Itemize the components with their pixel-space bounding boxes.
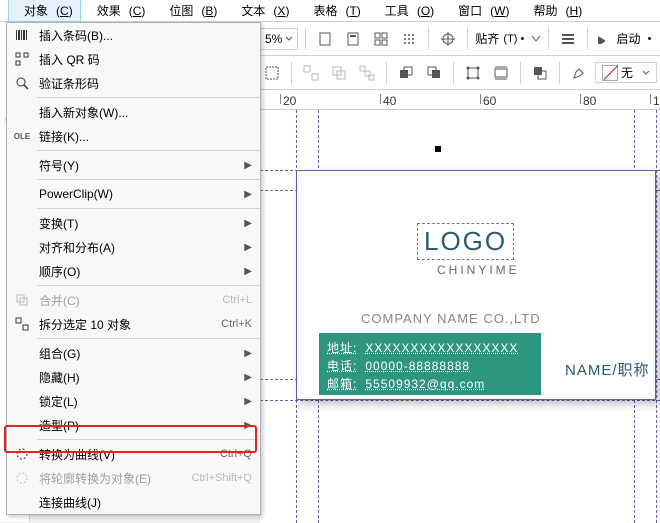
addr-label: 地址: — [327, 339, 357, 357]
menu-order[interactable]: 顺序(O)▶ — [7, 259, 260, 283]
rect-select-icon[interactable] — [260, 61, 284, 85]
company-text[interactable]: COMPANY NAME CO.,LTD — [361, 311, 541, 326]
menu-bitmap[interactable]: 位图(B) — [153, 0, 225, 22]
halftone-icon[interactable] — [397, 27, 421, 51]
zoom-field[interactable]: 5% — [260, 28, 298, 50]
menu-join-curves[interactable]: 连接曲线(J) — [7, 490, 260, 514]
snap-dropdown[interactable]: 贴齐(T) • — [475, 30, 541, 47]
menu-window[interactable]: 窗口(W) — [442, 0, 517, 22]
menu-help[interactable]: 帮助(H) — [518, 0, 591, 22]
menu-lock[interactable]: 锁定(L)▶ — [7, 389, 260, 413]
to-back-icon[interactable] — [422, 61, 446, 85]
ole-icon: OLE — [13, 127, 31, 145]
wrap-icon[interactable] — [489, 61, 513, 85]
tel-label: 电话: — [327, 357, 357, 375]
page-icon[interactable] — [341, 27, 365, 51]
menu-convert-outline: 将轮廓转换为对象(E)Ctrl+Shift+Q — [7, 466, 260, 490]
menu-group[interactable]: 组合(G)▶ — [7, 341, 260, 365]
menu-transform[interactable]: 变换(T)▶ — [7, 211, 260, 235]
logo-text[interactable]: LOGO — [417, 223, 514, 260]
launch-dropdown[interactable]: 启动 • — [595, 30, 651, 47]
to-front-icon[interactable] — [394, 61, 418, 85]
mail-value: 55509932@qq.com — [365, 375, 485, 393]
ungroup-all-icon[interactable] — [355, 61, 379, 85]
object-menu-dropdown: 插入条码(B)... 插入 QR 码 验证条形码 插入新对象(W)... OLE… — [6, 22, 261, 515]
menu-text[interactable]: 文本(X) — [225, 0, 297, 22]
grid-icon[interactable] — [369, 27, 393, 51]
menu-powerclip[interactable]: PowerClip(W)▶ — [7, 182, 260, 206]
contact-box[interactable]: 地址: XXXXXXXXXXXXXXXXX 电话: 00000-88888888 邮… — [319, 333, 541, 395]
menu-insert-barcode[interactable]: 插入条码(B)... — [7, 23, 260, 47]
menu-table[interactable]: 表格(T) — [297, 0, 368, 22]
ungroup-icon[interactable] — [299, 61, 323, 85]
overlap-icon[interactable] — [528, 61, 552, 85]
name-job-text[interactable]: NAME/职称 — [565, 359, 650, 380]
group-icon[interactable] — [327, 61, 351, 85]
qr-icon — [13, 50, 31, 68]
validate-icon — [13, 74, 31, 92]
convert-outline-icon — [13, 469, 31, 487]
menu-symbol[interactable]: 符号(Y)▶ — [7, 153, 260, 177]
menu-effects[interactable]: 效果(C) — [81, 0, 154, 22]
pen-icon[interactable] — [567, 61, 591, 85]
fill-dropdown[interactable]: 无 — [595, 62, 657, 83]
addr-value: XXXXXXXXXXXXXXXXX — [365, 339, 518, 357]
menu-convert-to-curves[interactable]: 转换为曲线(V)Ctrl+Q — [7, 442, 260, 466]
menu-validate-barcode[interactable]: 验证条形码 — [7, 71, 260, 95]
menu-link[interactable]: OLE链接(K)... — [7, 124, 260, 148]
doc-icon[interactable] — [313, 27, 337, 51]
guide-horizontal[interactable] — [260, 400, 660, 401]
no-fill-icon — [602, 65, 618, 81]
menu-insert-qr[interactable]: 插入 QR 码 — [7, 47, 260, 71]
menu-modeling[interactable]: 造型(P)▶ — [7, 413, 260, 437]
ruler-tick: 60 — [480, 94, 496, 104]
combine-icon — [13, 291, 31, 309]
business-card[interactable]: LOGO CHINYIME COMPANY NAME CO.,LTD 地址: XX… — [296, 170, 656, 400]
menu-object[interactable]: 对象(C) — [8, 0, 81, 22]
target-icon[interactable] — [436, 27, 460, 51]
outline-convert-icon[interactable] — [461, 61, 485, 85]
guide-vertical[interactable] — [656, 90, 657, 523]
menubar: 对象(C) 效果(C) 位图(B) 文本(X) 表格(T) 工具(O) 窗口(W… — [0, 0, 660, 22]
tel-value: 00000-88888888 — [365, 357, 470, 375]
menu-hide[interactable]: 隐藏(H)▶ — [7, 365, 260, 389]
break-icon — [13, 315, 31, 333]
mail-label: 邮箱: — [327, 375, 357, 393]
ruler-tick: 80 — [580, 94, 596, 104]
canvas[interactable]: LOGO CHINYIME COMPANY NAME CO.,LTD 地址: XX… — [260, 90, 660, 523]
ruler-tick: 100 — [650, 94, 660, 104]
menu-combine: 合并(C)Ctrl+L — [7, 288, 260, 312]
horizontal-ruler: 20 40 60 80 100 — [260, 90, 660, 110]
menu-insert-new-object[interactable]: 插入新对象(W)... — [7, 100, 260, 124]
options-icon[interactable] — [556, 27, 580, 51]
selection-handle[interactable] — [435, 146, 441, 152]
barcode-icon — [13, 26, 31, 44]
ruler-tick: 40 — [380, 94, 396, 104]
convert-curves-icon — [13, 445, 31, 463]
menu-tools[interactable]: 工具(O) — [369, 0, 442, 22]
chinyime-text[interactable]: CHINYIME — [437, 263, 520, 277]
menu-break-apart[interactable]: 拆分选定 10 对象Ctrl+K — [7, 312, 260, 336]
menu-align-distribute[interactable]: 对齐和分布(A)▶ — [7, 235, 260, 259]
ruler-tick: 20 — [280, 94, 296, 104]
